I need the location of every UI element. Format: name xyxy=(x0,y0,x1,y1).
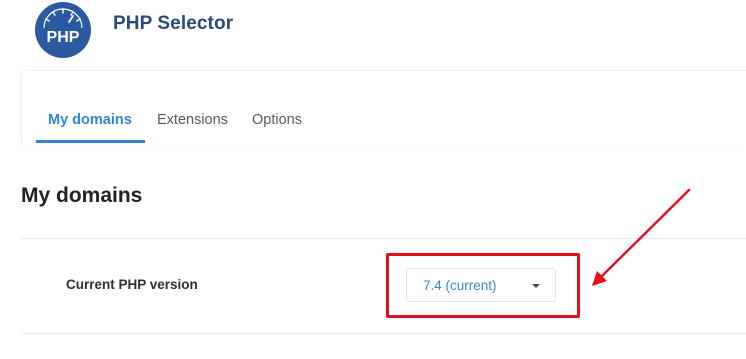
current-php-version-label: Current PHP version xyxy=(66,277,198,292)
php-logo: PHP xyxy=(34,1,92,59)
app-title: PHP Selector xyxy=(113,13,234,34)
php-version-value: 7.4 (current) xyxy=(423,278,497,293)
tab-extensions[interactable]: Extensions xyxy=(157,112,228,128)
tab-my-domains[interactable]: My domains xyxy=(48,112,132,128)
tab-options[interactable]: Options xyxy=(252,112,302,128)
active-tab-indicator xyxy=(36,140,145,143)
page: PHP PHP Selector My domains Extensions O… xyxy=(0,0,746,359)
red-arrow-icon xyxy=(592,188,691,286)
tabs-bar xyxy=(21,70,746,144)
divider-top xyxy=(21,238,746,239)
divider-bottom xyxy=(21,333,746,334)
logo-text: PHP xyxy=(47,29,80,46)
section-title: My domains xyxy=(21,184,143,207)
php-version-select[interactable]: 7.4 (current) xyxy=(406,268,556,302)
caret-down-icon xyxy=(532,284,540,288)
